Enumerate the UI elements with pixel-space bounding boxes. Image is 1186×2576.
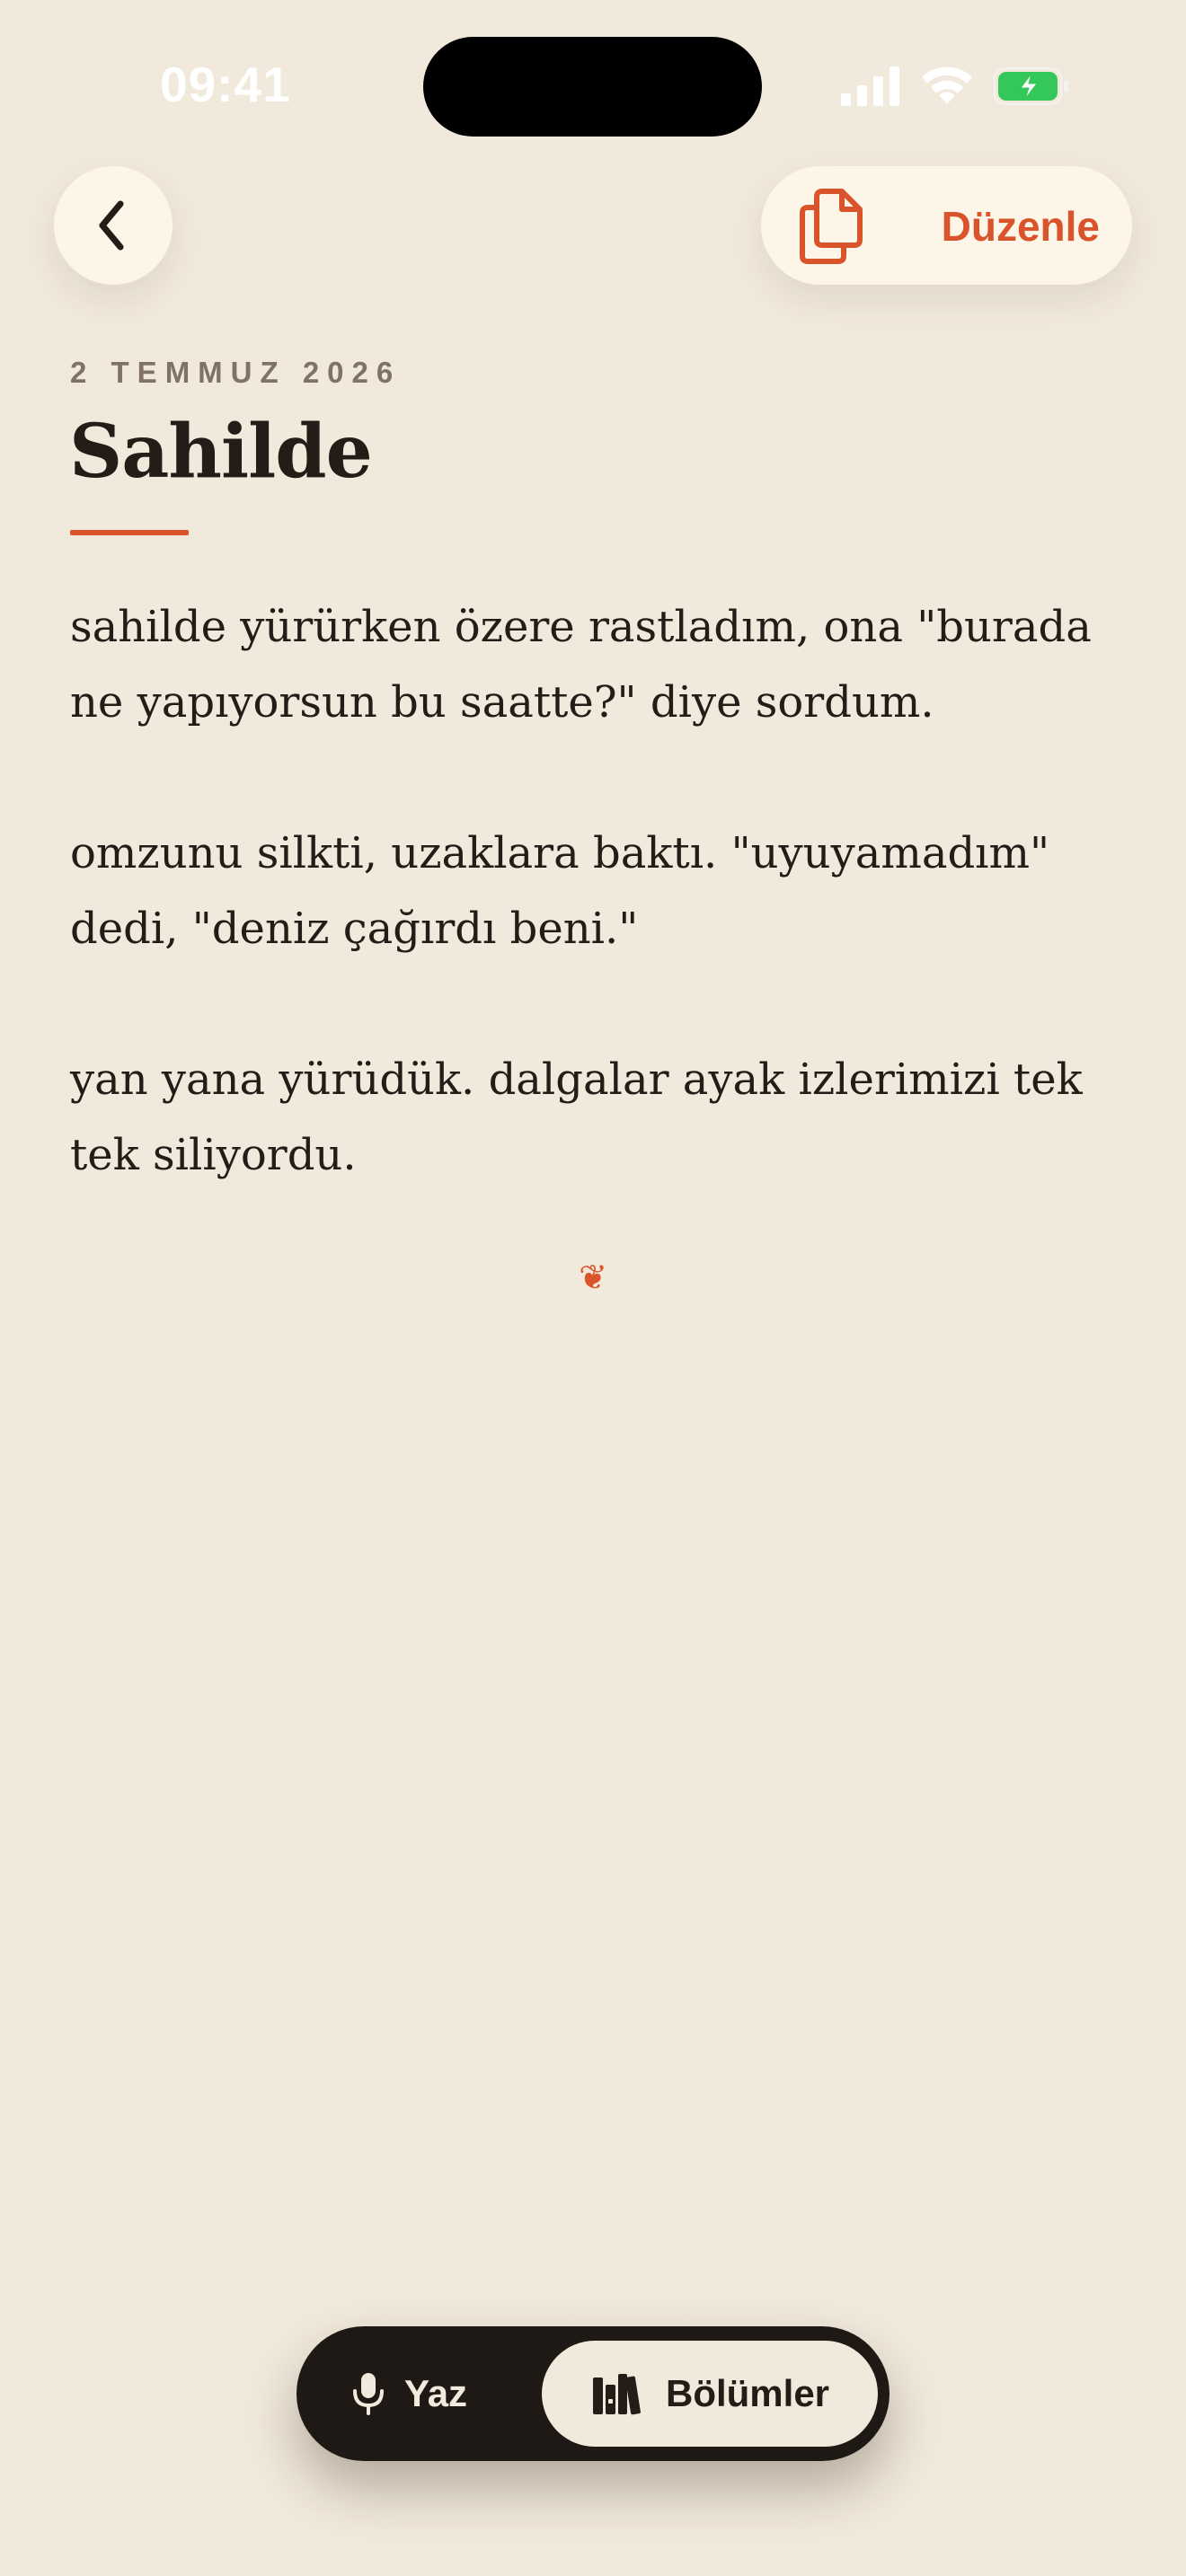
battery-charging-icon bbox=[994, 67, 1068, 105]
tab-sections[interactable]: Bölümler bbox=[542, 2341, 878, 2447]
edit-label: Düzenle bbox=[941, 203, 1100, 250]
bottom-tab-bar: Yaz Bölümler bbox=[296, 2326, 890, 2461]
entry-paragraph: sahilde yürürken özere rastladım, ona "b… bbox=[70, 602, 1092, 728]
entry-title: Sahilde bbox=[69, 409, 373, 495]
tab-sections-label: Bölümler bbox=[666, 2372, 830, 2414]
chevron-left-icon bbox=[99, 200, 124, 251]
edit-button[interactable]: Düzenle bbox=[761, 166, 1132, 285]
entry-date: 2 TEMMUZ 2026 bbox=[70, 356, 402, 389]
entry-paragraph: yan yana yürüdük. dalgalar ayak izlerimi… bbox=[70, 1054, 1083, 1180]
tab-write[interactable]: Yaz bbox=[352, 2326, 467, 2461]
microphone-icon bbox=[353, 2373, 384, 2415]
dynamic-island bbox=[423, 37, 762, 137]
documents-icon bbox=[800, 189, 863, 264]
title-underline bbox=[70, 530, 189, 535]
tab-write-label: Yaz bbox=[404, 2372, 468, 2414]
wifi-icon bbox=[922, 66, 972, 104]
entry-paragraph: omzunu silkti, uzaklara baktı. "uyuyamad… bbox=[70, 828, 1050, 954]
books-icon bbox=[593, 2374, 641, 2415]
end-ornament-icon: ❦ bbox=[579, 1257, 607, 1297]
entry-body: sahilde yürürken özere rastladım, ona "b… bbox=[70, 589, 1130, 1268]
back-button[interactable] bbox=[54, 166, 173, 285]
status-time: 09:41 bbox=[160, 57, 291, 112]
cellular-signal-icon bbox=[841, 66, 899, 106]
